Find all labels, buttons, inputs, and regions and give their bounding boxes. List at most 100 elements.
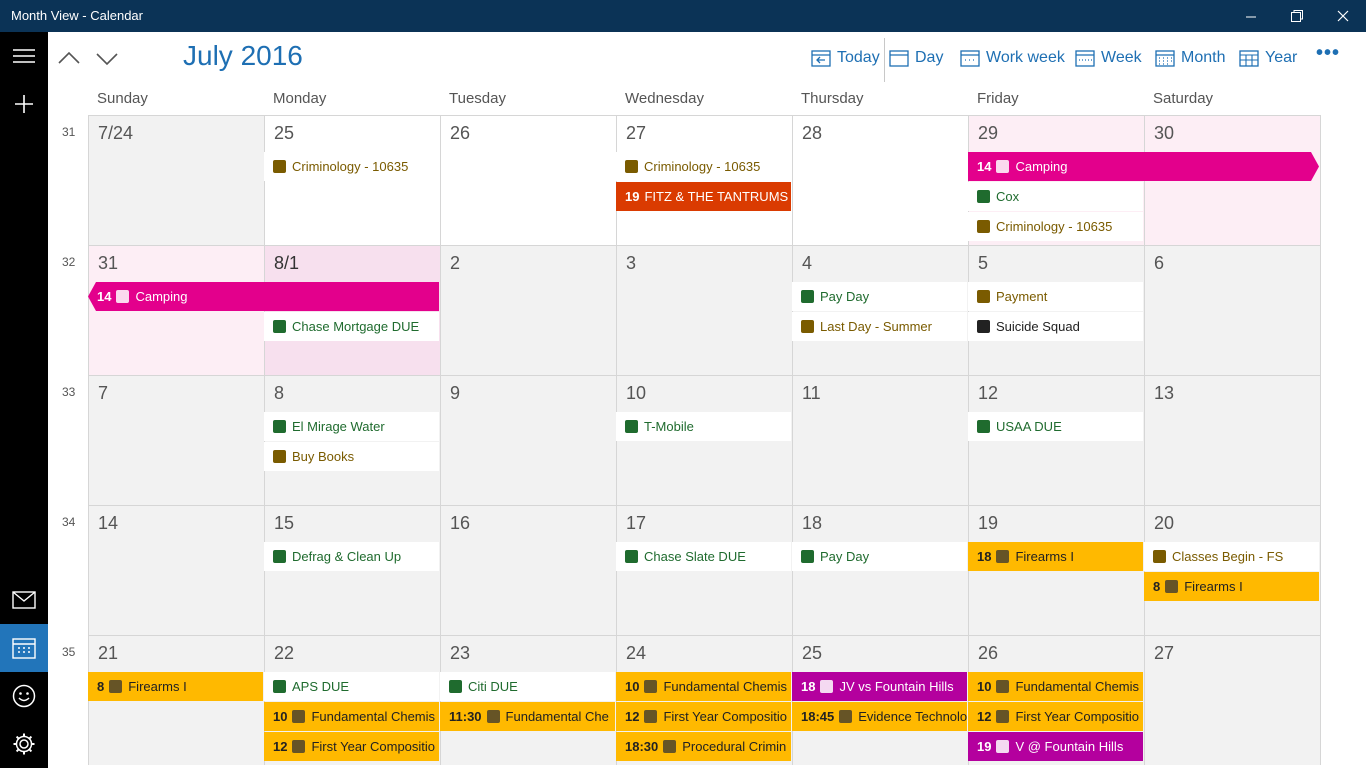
ticket-icon — [977, 290, 990, 303]
day-cell[interactable]: 6 — [1144, 245, 1320, 375]
calendar-event[interactable]: T-Mobile — [616, 412, 791, 441]
calendar-event[interactable]: USAA DUE — [968, 412, 1143, 441]
calendar-event[interactable]: Criminology - 10635 — [968, 212, 1143, 241]
day-cell[interactable]: 7 — [88, 375, 264, 505]
calendar-event[interactable]: 12 First Year Compositio — [616, 702, 791, 731]
calendar-event[interactable]: 18 Firearms I — [968, 542, 1143, 571]
gun-icon — [1165, 580, 1179, 593]
calendar-event[interactable]: Suicide Squad — [968, 312, 1143, 341]
today-button[interactable]: Today — [811, 46, 880, 70]
day-number: 22 — [274, 643, 295, 663]
day-cell[interactable]: 28 — [792, 115, 968, 245]
event-title: Defrag & Clean Up — [292, 549, 402, 564]
previous-month-button[interactable] — [54, 44, 84, 74]
close-button[interactable] — [1320, 0, 1366, 32]
calendar-event[interactable]: El Mirage Water — [264, 412, 439, 441]
month-title[interactable]: July 2016 — [183, 40, 303, 72]
more-options-button[interactable]: ••• — [1316, 42, 1340, 65]
day-cell[interactable]: 2 — [440, 245, 616, 375]
day-cell[interactable]: 26 — [440, 115, 616, 245]
day-cell[interactable]: 9 — [440, 375, 616, 505]
day-cell[interactable]: 11 — [792, 375, 968, 505]
calendar-event[interactable]: 18:30 Procedural Crimin — [616, 732, 791, 761]
event-time: 10 — [625, 679, 640, 694]
week-number: 31 — [62, 125, 76, 139]
settings-button[interactable] — [0, 720, 48, 768]
day-view-button[interactable]: Day — [889, 46, 943, 70]
calendar-event[interactable]: 12 First Year Compositio — [968, 702, 1143, 731]
calendar-event[interactable]: 14 Camping — [968, 152, 1319, 181]
week-view-button[interactable]: Week — [1075, 46, 1142, 70]
day-number: 18 — [802, 513, 823, 533]
calendar-event[interactable]: Pay Day — [792, 282, 967, 311]
calendar-event[interactable]: Classes Begin - FS — [1144, 542, 1319, 571]
restore-button[interactable] — [1274, 0, 1320, 32]
year-view-button[interactable]: Year — [1239, 46, 1297, 70]
day-number: 26 — [450, 123, 471, 143]
menu-button[interactable] — [0, 32, 48, 80]
calendar-event[interactable]: 11:30 Fundamental Che — [440, 702, 615, 731]
calendar-button[interactable] — [0, 624, 48, 672]
day-number: 2 — [450, 253, 461, 273]
calendar-event[interactable]: Buy Books — [264, 442, 439, 471]
new-event-button[interactable] — [0, 80, 48, 128]
day-cell[interactable]: 16 — [440, 505, 616, 635]
year-view-icon — [1239, 50, 1259, 67]
calendar-event[interactable]: Chase Slate DUE — [616, 542, 791, 571]
calendar-event[interactable]: 10 Fundamental Chemis — [616, 672, 791, 701]
calendar-event[interactable]: 8 Firearms I — [1144, 572, 1319, 601]
calendar-event[interactable]: Defrag & Clean Up — [264, 542, 439, 571]
event-title: Fundamental Chemis — [663, 679, 788, 694]
calendar-event[interactable]: Chase Mortgage DUE — [264, 312, 439, 341]
day-cell[interactable]: 14 — [88, 505, 264, 635]
calendar-event[interactable]: 18:45 Evidence Technolo — [792, 702, 967, 731]
event-title: Suicide Squad — [996, 319, 1080, 334]
feedback-button[interactable] — [0, 672, 48, 720]
calendar-event[interactable]: Criminology - 10635 — [616, 152, 791, 181]
tent-icon — [996, 160, 1009, 173]
calendar-event[interactable]: 19 V @ Fountain Hills — [968, 732, 1143, 761]
day-cell[interactable]: 3 — [616, 245, 792, 375]
calendar-event[interactable]: Criminology - 10635 — [264, 152, 439, 181]
calendar-event[interactable]: 10 Fundamental Chemis — [968, 672, 1143, 701]
calendar-event[interactable]: APS DUE — [264, 672, 439, 701]
day-number: 7 — [98, 383, 109, 403]
flask-icon — [839, 710, 853, 723]
calendar-event[interactable]: 14 Camping — [88, 282, 439, 311]
work-week-view-button[interactable]: Work week — [960, 46, 1065, 70]
event-time: 19 — [625, 189, 640, 204]
calendar-event[interactable]: 8 Firearms I — [88, 672, 263, 701]
calendar-event[interactable]: 10 Fundamental Chemis — [264, 702, 439, 731]
event-time: 10 — [273, 709, 288, 724]
calendar-event[interactable]: Payment — [968, 282, 1143, 311]
calendar-event[interactable]: Cox — [968, 182, 1143, 211]
day-number: 16 — [450, 513, 471, 533]
month-view-button[interactable]: Month — [1155, 46, 1225, 70]
water-icon — [273, 420, 286, 433]
day-view-label: Day — [915, 49, 944, 66]
event-time: 10 — [977, 679, 992, 694]
calendar-event[interactable]: Pay Day — [792, 542, 967, 571]
weekday-saturday: Saturday — [1153, 90, 1214, 107]
day-cell[interactable]: 7/24 — [88, 115, 264, 245]
event-title: APS DUE — [292, 679, 350, 694]
calendar-event[interactable]: 12 First Year Compositio — [264, 732, 439, 761]
minimize-button[interactable] — [1228, 0, 1274, 32]
week-number: 32 — [62, 255, 76, 269]
calendar-event[interactable]: Last Day - Summer — [792, 312, 967, 341]
day-number: 12 — [978, 383, 999, 403]
event-title: Procedural Crimin — [682, 739, 787, 754]
week-view-label: Week — [1101, 49, 1142, 66]
pencil-icon — [1153, 550, 1166, 563]
calendar-event[interactable]: 18 JV vs Fountain Hills — [792, 672, 967, 701]
day-cell[interactable]: 13 — [1144, 375, 1320, 505]
next-month-button[interactable] — [92, 44, 122, 74]
calendar-event[interactable]: 19 FITZ & THE TANTRUMS - — [616, 182, 791, 211]
day-cell[interactable]: 27 — [1144, 635, 1320, 765]
calendar-event[interactable]: Citi DUE — [440, 672, 615, 701]
day-number: 24 — [626, 643, 647, 663]
day-number: 7/24 — [98, 123, 134, 143]
weekday-thursday: Thursday — [801, 90, 864, 107]
event-time: 12 — [625, 709, 640, 724]
mail-button[interactable] — [0, 576, 48, 624]
